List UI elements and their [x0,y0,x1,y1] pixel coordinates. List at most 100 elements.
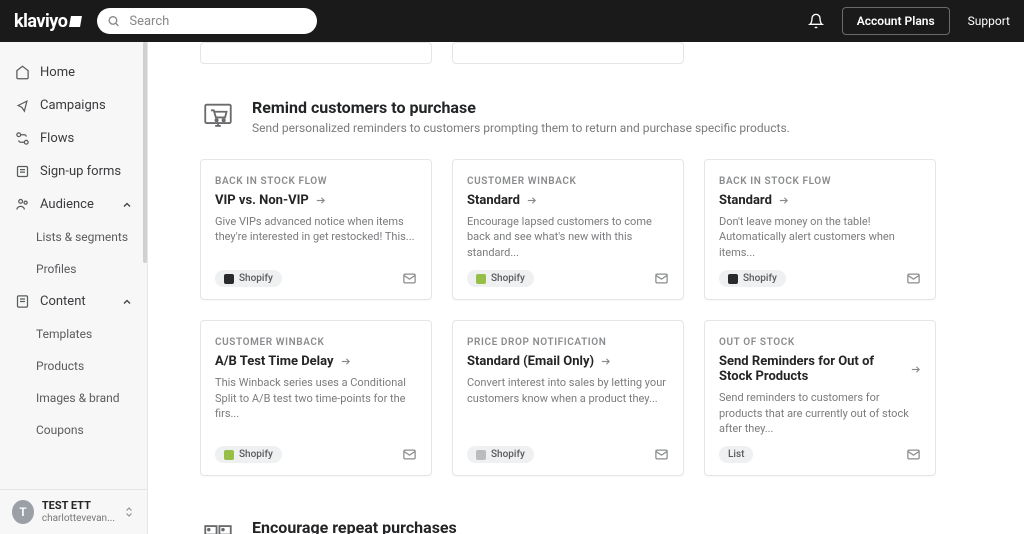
sidebar-item-label: Campaigns [40,98,106,113]
arrow-right-icon [315,195,326,206]
sidebar-item-home[interactable]: Home [0,56,147,89]
account-plans-button[interactable]: Account Plans [842,7,950,35]
flow-card[interactable]: OUT OF STOCK Send Reminders for Out of St… [704,320,936,476]
sidebar-item-signup-forms[interactable]: Sign-up forms [0,155,147,188]
home-icon [14,65,30,80]
flow-card[interactable]: CUSTOMER WINBACK A/B Test Time Delay This … [200,320,432,476]
support-link[interactable]: Support [968,14,1010,28]
card-eyebrow: CUSTOMER WINBACK [467,176,669,187]
sidebar-item-label: Coupons [36,423,84,437]
flow-card[interactable]: PRICE DROP NOTIFICATIONStandard (Email O… [452,320,684,476]
content-icon [14,294,30,309]
card-placeholder[interactable] [200,42,432,64]
card-eyebrow: BACK IN STOCK FLOW [719,176,921,187]
email-icon [402,447,417,462]
cards-row: BACK IN STOCK FLOW VIP vs. Non-VIP Give VI… [148,151,1024,484]
sidebar-item-images-brand[interactable]: Images & brand [0,382,147,414]
integration-dot-icon [224,450,234,460]
card-title: Standard (Email Only) [467,354,669,369]
sidebar-item-coupons[interactable]: Coupons [0,414,147,446]
sidebar-item-label: Audience [40,197,94,212]
chevron-up-icon [121,199,133,211]
integration-tag: Shopify [215,270,282,287]
card-desc: This Winback series uses a Conditional S… [215,375,417,421]
sidebar-item-label: Content [40,294,86,309]
grid-icon [200,518,236,534]
logo-text: klaviyo [14,11,67,32]
sidebar-item-label: Images & brand [36,391,120,405]
card-eyebrow: OUT OF STOCK [719,337,921,348]
sidebar-item-flows[interactable]: Flows [0,122,147,155]
card-desc: Encourage lapsed customers to come back … [467,214,669,260]
sidebar-item-label: Flows [40,131,74,146]
integration-dot-icon [728,274,738,284]
card-eyebrow: CUSTOMER WINBACK [215,337,417,348]
card-desc: Convert interest into sales by letting y… [467,375,669,406]
sidebar: Home Campaigns Flows Sign-up forms Audie… [0,42,148,534]
sidebar-item-label: Profiles [36,262,77,276]
search-input[interactable] [97,8,317,34]
email-icon [906,271,921,286]
header-right: Account Plans Support [808,7,1010,35]
section-desc: Send personalized reminders to customers… [252,121,790,135]
app-header: klaviyo Account Plans Support [0,0,1024,42]
sidebar-item-profiles[interactable]: Profiles [0,253,147,285]
send-icon [14,98,30,113]
flows-icon [14,131,30,146]
sidebar-item-label: Lists & segments [36,230,128,244]
card-desc: Give VIPs advanced notice when items the… [215,214,417,245]
email-icon [906,447,921,462]
sidebar-item-content[interactable]: Content [0,285,147,318]
flow-card[interactable]: BACK IN STOCK FLOW Standard Don't leave mo… [704,159,936,300]
account-switcher[interactable]: T TEST ETT charlottevevan... [0,489,147,534]
account-email: charlottevevan... [42,513,115,524]
card-placeholder[interactable] [452,42,684,64]
card-title: Standard [719,193,921,208]
arrow-right-icon [910,364,921,375]
avatar: T [12,500,34,524]
card-title: Standard [467,193,669,208]
sidebar-item-products[interactable]: Products [0,350,147,382]
arrow-right-icon [778,195,789,206]
notifications-icon[interactable] [808,13,824,29]
form-icon [14,164,30,179]
sidebar-item-label: Sign-up forms [40,164,121,179]
flow-card[interactable]: CUSTOMER WINBACK Standard Encourage lapsed… [452,159,684,300]
logo-mark-icon [69,16,82,27]
card-title: VIP vs. Non-VIP [215,193,417,208]
card-title: A/B Test Time Delay [215,354,417,369]
integration-tag: Shopify [467,270,534,287]
sidebar-item-lists-segments[interactable]: Lists & segments [0,221,147,253]
email-icon [654,271,669,286]
cart-icon [200,98,236,134]
integration-dot-icon [224,274,234,284]
arrow-right-icon [526,195,537,206]
integration-dot-icon [476,450,486,460]
updown-icon [123,505,135,519]
integration-dot-icon [476,274,486,284]
sidebar-item-label: Products [36,359,84,373]
card-eyebrow: BACK IN STOCK FLOW [215,176,417,187]
card-title: Send Reminders for Out of Stock Products [719,354,921,384]
sidebar-item-campaigns[interactable]: Campaigns [0,89,147,122]
section-header-encourage: Encourage repeat purchases After a custo… [148,484,1024,534]
chevron-up-icon [121,296,133,308]
integration-tag: Shopify [215,446,282,463]
section-title: Remind customers to purchase [252,98,790,117]
search-icon [107,15,120,28]
search-wrap [97,8,317,34]
sidebar-item-templates[interactable]: Templates [0,318,147,350]
sidebar-item-audience[interactable]: Audience [0,188,147,221]
main-content[interactable]: Remind customers to purchase Send person… [148,42,1024,534]
account-name: TEST ETT [42,500,115,512]
section-header-remind: Remind customers to purchase Send person… [148,64,1024,151]
previous-section-cards [148,42,1024,64]
integration-tag: Shopify [467,446,534,463]
sidebar-item-label: Templates [36,327,92,341]
sidebar-item-label: Home [40,65,75,80]
arrow-right-icon [600,356,611,367]
logo[interactable]: klaviyo [14,11,81,32]
card-desc: Don't leave money on the table! Automati… [719,214,921,260]
flow-card[interactable]: BACK IN STOCK FLOW VIP vs. Non-VIP Give VI… [200,159,432,300]
email-icon [654,447,669,462]
